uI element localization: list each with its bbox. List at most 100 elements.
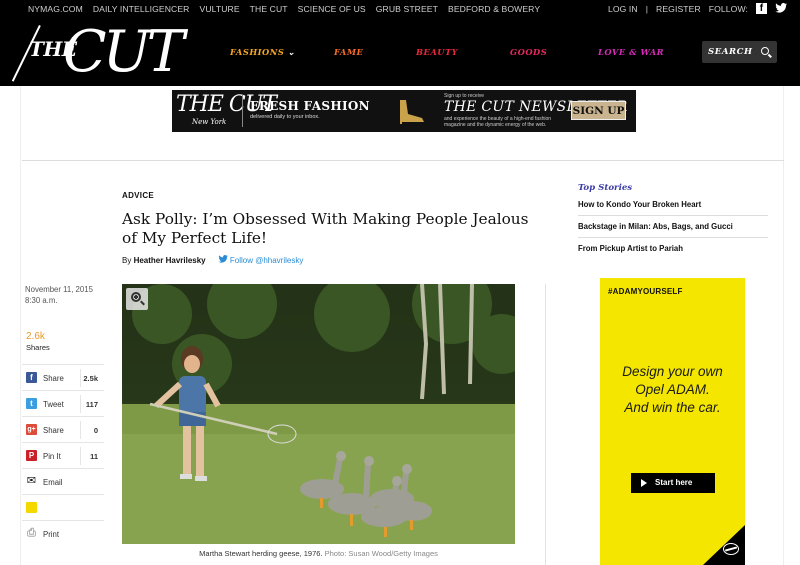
follow-author-link[interactable]: Follow @hhavrilesky (218, 255, 304, 265)
play-arrow-icon (641, 479, 647, 487)
facebook-icon: f (26, 372, 37, 383)
byline-by: By (122, 256, 132, 265)
nav-goods[interactable]: GOODS (510, 47, 547, 57)
page-border-right (783, 86, 784, 565)
account-links: LOG IN | REGISTER FOLLOW: f (608, 3, 787, 14)
byline: By Heather Havrilesky Follow @hhavrilesk… (122, 255, 303, 265)
zoom-in-icon[interactable] (126, 288, 148, 310)
twitter-icon: t (26, 398, 37, 409)
signup-button[interactable]: SIGN UP (571, 101, 626, 120)
publish-date: November 11, 2015 8:30 a.m. (25, 284, 93, 306)
banner-newsletter-sub: and experience the beauty of a high-end … (444, 116, 552, 128)
share-total: 2.6k (26, 331, 45, 342)
follow-label: FOLLOW: (708, 3, 748, 14)
follow-label: Follow @hhavrilesky (229, 256, 304, 265)
twitter-bird-icon (218, 255, 228, 263)
top-utility-bar: NYMAG.COM DAILY INTELLIGENCER VULTURE THE C… (0, 0, 800, 19)
share-label: Share (43, 374, 64, 383)
network-link[interactable]: DAILY INTELLIGENCER (93, 4, 190, 14)
share-count-value: 11 (90, 452, 98, 461)
top-story-link[interactable]: How to Kondo Your Broken Heart (578, 194, 768, 216)
register-link[interactable]: REGISTER (656, 4, 701, 14)
top-story-link[interactable]: Backstage in Milan: Abs, Bags, and Gucci (578, 216, 768, 238)
author-link[interactable]: Heather Havrilesky (134, 256, 206, 265)
logo-cut: CUT (63, 19, 185, 85)
share-count-value: 2.5k (83, 374, 98, 383)
share-label: Share (43, 426, 64, 435)
newsletter-banner-ad[interactable]: THE CUT New York FRESH FASHION delivered… (172, 90, 636, 132)
share-count: 2.6k Shares (26, 331, 50, 352)
top-stories-heading: Top Stories (578, 183, 633, 193)
article-section[interactable]: ADVICE (122, 191, 154, 200)
top-story-link[interactable]: From Pickup Artist to Pariah (578, 238, 768, 260)
separator (80, 369, 81, 387)
share-count-value: 0 (93, 426, 98, 435)
ad-line: And win the car. (624, 400, 721, 415)
top-stories-list: How to Kondo Your Broken Heart Backstage… (578, 194, 768, 260)
nav-fashions[interactable]: FASHIONS ⌄ (230, 47, 295, 57)
time-text: 8:30 a.m. (25, 296, 58, 305)
comment-button[interactable] (22, 494, 104, 520)
login-link[interactable]: LOG IN (608, 4, 638, 14)
search-box[interactable]: SEARCH (702, 41, 777, 63)
page-border-left (20, 86, 21, 565)
search-label: SEARCH (708, 47, 753, 57)
banner-fresh-fashion: FRESH FASHION (250, 99, 370, 113)
start-here-button[interactable]: Start here (631, 473, 715, 493)
share-label: Tweet (43, 400, 64, 409)
site-header: THE CUT FASHIONS ⌄ FAME BEAUTY GOODS LOV… (0, 19, 800, 86)
share-total-label: Shares (26, 343, 50, 352)
network-link[interactable]: SCIENCE OF US (298, 4, 366, 14)
caption-text: Martha Stewart herding geese, 1976. (199, 549, 323, 558)
shoe-icon (400, 100, 424, 124)
share-pinterest-button[interactable]: P Pin It 11 (22, 442, 104, 468)
email-icon: ✉ (26, 475, 37, 487)
banner-divider (242, 95, 243, 127)
opel-adam-ad[interactable]: #ADAMYOURSELF Design your own Opel ADAM.… (600, 278, 745, 565)
nav-love-and-war[interactable]: LOVE & WAR (598, 47, 664, 57)
share-facebook-button[interactable]: f Share 2.5k (22, 364, 104, 390)
opel-logo-icon (723, 543, 739, 555)
network-link[interactable]: VULTURE (199, 4, 239, 14)
photo-caption: Martha Stewart herding geese, 1976. Phot… (122, 549, 515, 558)
twitter-icon[interactable] (775, 3, 787, 14)
photo-illustration (122, 284, 515, 544)
divider (22, 160, 784, 161)
network-link[interactable]: BEDFORD & BOWERY (448, 4, 540, 14)
separator (80, 395, 81, 413)
nav-fame[interactable]: FAME (334, 47, 363, 57)
share-label: Email (43, 478, 63, 487)
network-link[interactable]: THE CUT (250, 4, 288, 14)
photo-credit: Photo: Susan Wood/Getty Images (324, 549, 438, 558)
ad-line: Design your own (622, 364, 723, 379)
article-photo (122, 284, 515, 544)
chevron-down-icon: ⌄ (287, 47, 296, 57)
facebook-icon[interactable]: f (756, 3, 767, 14)
date-text: November 11, 2015 (25, 285, 93, 294)
separator (80, 447, 81, 465)
share-label: Pin It (43, 452, 61, 461)
network-links: NYMAG.COM DAILY INTELLIGENCER VULTURE THE C… (28, 4, 550, 14)
share-googleplus-button[interactable]: g+ Share 0 (22, 416, 104, 442)
cta-label: Start here (655, 478, 693, 487)
pinterest-icon: P (26, 450, 37, 461)
share-label: Print (43, 530, 60, 539)
ad-hashtag: #ADAMYOURSELF (608, 287, 683, 296)
ad-message: Design your own Opel ADAM. And win the c… (600, 363, 745, 417)
network-link[interactable]: GRUB STREET (376, 4, 438, 14)
banner-fresh-sub: delivered daily to your inbox. (250, 114, 320, 120)
print-icon: ⎙ (27, 527, 36, 539)
nav-fashions-label: FASHIONS (230, 47, 285, 57)
column-divider (545, 284, 546, 565)
search-icon[interactable] (761, 47, 769, 55)
nav-beauty[interactable]: BEAUTY (416, 47, 458, 57)
google-plus-icon: g+ (26, 424, 37, 435)
network-link[interactable]: NYMAG.COM (28, 4, 83, 14)
print-button[interactable]: ⎙ Print (22, 520, 104, 546)
share-buttons: f Share 2.5k t Tweet 117 g+ Share 0 P Pi… (22, 364, 104, 546)
separator: | (645, 3, 649, 14)
the-cut-logo[interactable]: THE CUT (11, 19, 195, 85)
share-count-value: 117 (85, 400, 98, 409)
share-email-button[interactable]: ✉ Email (22, 468, 104, 494)
share-twitter-button[interactable]: t Tweet 117 (22, 390, 104, 416)
